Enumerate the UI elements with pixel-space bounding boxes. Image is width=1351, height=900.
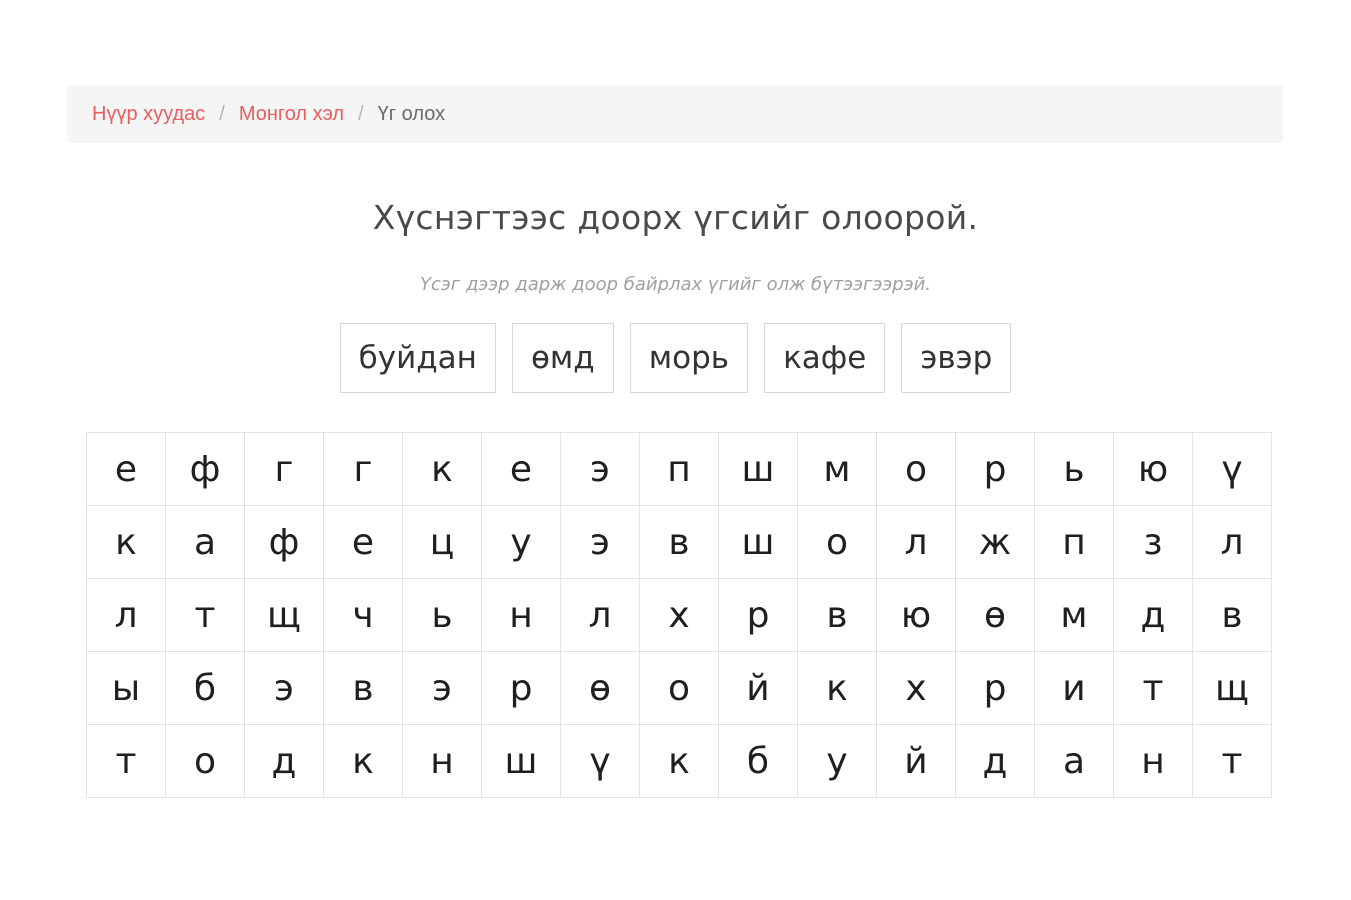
- letter-cell[interactable]: ю: [1113, 432, 1193, 506]
- letter-cell[interactable]: т: [165, 578, 245, 652]
- letter-cell[interactable]: т: [1192, 724, 1272, 798]
- letter-cell[interactable]: з: [1113, 505, 1193, 579]
- letter-cell[interactable]: о: [639, 651, 719, 725]
- letter-cell[interactable]: х: [876, 651, 956, 725]
- target-word: буйдан: [339, 323, 496, 393]
- letter-cell[interactable]: ш: [718, 505, 798, 579]
- letter-cell[interactable]: о: [165, 724, 245, 798]
- letter-cell[interactable]: ь: [1034, 432, 1114, 506]
- letter-cell[interactable]: г: [323, 432, 403, 506]
- letter-cell[interactable]: в: [323, 651, 403, 725]
- letter-cell[interactable]: ь: [402, 578, 482, 652]
- letter-cell[interactable]: к: [323, 724, 403, 798]
- breadcrumb-current: Үг олох: [377, 102, 446, 125]
- target-word: кафе: [764, 323, 886, 393]
- letter-cell[interactable]: м: [1034, 578, 1114, 652]
- letter-cell[interactable]: б: [165, 651, 245, 725]
- letter-cell[interactable]: к: [797, 651, 877, 725]
- target-word: эвэр: [901, 323, 1012, 393]
- letter-cell[interactable]: э: [402, 651, 482, 725]
- letter-cell[interactable]: д: [244, 724, 324, 798]
- breadcrumb-separator: /: [219, 102, 225, 125]
- letter-cell[interactable]: н: [481, 578, 561, 652]
- letter-cell[interactable]: о: [876, 432, 956, 506]
- letter-cell[interactable]: п: [1034, 505, 1114, 579]
- letter-cell[interactable]: д: [1113, 578, 1193, 652]
- letter-cell[interactable]: а: [1034, 724, 1114, 798]
- letter-cell[interactable]: у: [481, 505, 561, 579]
- letter-cell[interactable]: ө: [955, 578, 1035, 652]
- letter-cell[interactable]: к: [86, 505, 166, 579]
- letter-cell[interactable]: т: [1113, 651, 1193, 725]
- page-title: Хүснэгтээс доорх үгсийг олоорой.: [372, 198, 979, 237]
- letter-cell[interactable]: х: [639, 578, 719, 652]
- letter-cell[interactable]: й: [876, 724, 956, 798]
- letter-cell[interactable]: е: [86, 432, 166, 506]
- target-word: морь: [629, 323, 749, 393]
- letter-cell[interactable]: в: [1192, 578, 1272, 652]
- letter-cell[interactable]: л: [876, 505, 956, 579]
- letter-cell[interactable]: р: [718, 578, 798, 652]
- letter-cell[interactable]: л: [560, 578, 640, 652]
- letter-cell[interactable]: ж: [955, 505, 1035, 579]
- letter-cell[interactable]: щ: [1192, 651, 1272, 725]
- letter-cell[interactable]: а: [165, 505, 245, 579]
- letter-grid-row: кафецуэвшолжпзл: [86, 505, 1272, 579]
- letter-cell[interactable]: ш: [718, 432, 798, 506]
- letter-cell[interactable]: э: [560, 432, 640, 506]
- letter-cell[interactable]: р: [955, 432, 1035, 506]
- letter-cell[interactable]: и: [1034, 651, 1114, 725]
- letter-cell[interactable]: ы: [86, 651, 166, 725]
- letter-cell[interactable]: ө: [560, 651, 640, 725]
- letter-cell[interactable]: п: [639, 432, 719, 506]
- letter-cell[interactable]: е: [323, 505, 403, 579]
- letter-grid-row: тодкншүкбуйдант: [86, 724, 1272, 798]
- letter-cell[interactable]: э: [560, 505, 640, 579]
- letter-grid-row: лтщчьнлхрвюөмдв: [86, 578, 1272, 652]
- letter-cell[interactable]: т: [86, 724, 166, 798]
- letter-cell[interactable]: р: [481, 651, 561, 725]
- letter-cell[interactable]: м: [797, 432, 877, 506]
- breadcrumb-link-home[interactable]: Нүүр хуудас: [92, 103, 205, 126]
- instructions-text: Үсэг дээр дарж доор байрлах үгийг олж бү…: [420, 274, 931, 295]
- target-word-list: буйдан өмд морь кафе эвэр: [0, 323, 1351, 393]
- letter-cell[interactable]: ү: [1192, 432, 1272, 506]
- letter-cell[interactable]: щ: [244, 578, 324, 652]
- letter-cell[interactable]: ц: [402, 505, 482, 579]
- letter-cell[interactable]: к: [639, 724, 719, 798]
- letter-cell[interactable]: е: [481, 432, 561, 506]
- letter-cell[interactable]: ф: [165, 432, 245, 506]
- letter-grid: ефггкеэпшморьюүкафецуэвшолжпзллтщчьнлхрв…: [86, 432, 1272, 798]
- letter-cell[interactable]: л: [86, 578, 166, 652]
- letter-cell[interactable]: н: [402, 724, 482, 798]
- breadcrumb-separator: /: [358, 102, 364, 125]
- letter-cell[interactable]: в: [639, 505, 719, 579]
- letter-cell[interactable]: г: [244, 432, 324, 506]
- letter-cell[interactable]: о: [797, 505, 877, 579]
- letter-cell[interactable]: у: [797, 724, 877, 798]
- page: Нүүр хуудас / Монгол хэл / Үг олох Хүснэ…: [0, 0, 1351, 900]
- letter-cell[interactable]: ф: [244, 505, 324, 579]
- letter-cell[interactable]: д: [955, 724, 1035, 798]
- letter-cell[interactable]: б: [718, 724, 798, 798]
- letter-grid-row: ыбэвэрөойкхритщ: [86, 651, 1272, 725]
- letter-cell[interactable]: р: [955, 651, 1035, 725]
- letter-cell[interactable]: ч: [323, 578, 403, 652]
- letter-cell[interactable]: к: [402, 432, 482, 506]
- letter-cell[interactable]: э: [244, 651, 324, 725]
- letter-cell[interactable]: ю: [876, 578, 956, 652]
- letter-cell[interactable]: ү: [560, 724, 640, 798]
- letter-grid-row: ефггкеэпшморьюү: [86, 432, 1272, 506]
- breadcrumb-link-mongolian[interactable]: Монгол хэл: [239, 103, 344, 126]
- letter-cell[interactable]: в: [797, 578, 877, 652]
- letter-cell[interactable]: л: [1192, 505, 1272, 579]
- target-word: өмд: [511, 323, 614, 393]
- breadcrumb: Нүүр хуудас / Монгол хэл / Үг олох: [67, 85, 1283, 143]
- letter-cell[interactable]: й: [718, 651, 798, 725]
- letter-cell[interactable]: н: [1113, 724, 1193, 798]
- letter-cell[interactable]: ш: [481, 724, 561, 798]
